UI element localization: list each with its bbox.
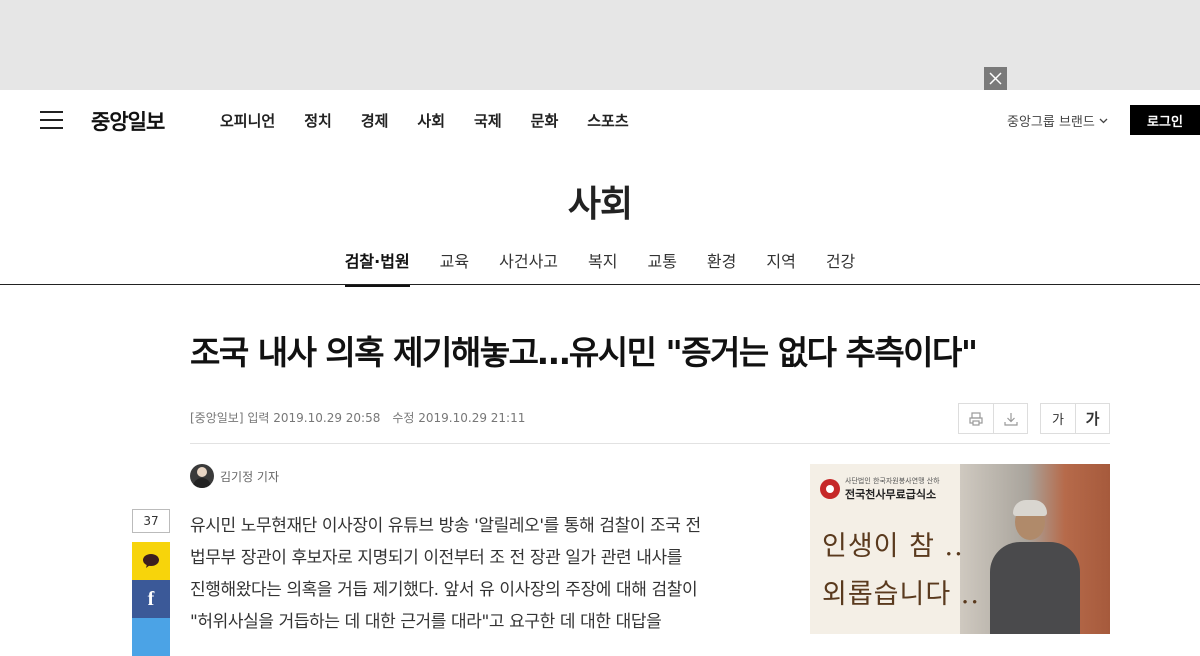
ad-org-logo: 사단법인 한국자원봉사연맹 산하 전국천사무료급식소 [820,476,940,502]
nav-item-opinion[interactable]: 오피니언 [220,110,275,131]
org-emblem-icon [820,479,840,499]
nav-item-economy[interactable]: 경제 [361,110,389,131]
side-ad-banner[interactable]: 사단법인 한국자원봉사연맹 산하 전국천사무료급식소 인생이 참 .. 외롭습니… [810,464,1110,634]
subnav-item-incidents[interactable]: 사건사고 [499,248,558,287]
article-paragraph-line: "허위사실을 거듭하는 데 대한 근거를 대라"고 요구한 데 대한 대답을 [190,612,662,632]
brand-menu-label: 중앙그룹 브랜드 [1007,115,1095,130]
menu-icon[interactable] [40,110,63,130]
comment-count[interactable]: 37 [132,509,170,533]
facebook-icon: f [147,587,155,610]
reporter-byline[interactable]: 김기정 기자 [190,464,279,488]
share-rail: 37 f [132,509,170,656]
nav-item-society[interactable]: 사회 [417,110,445,131]
article-paragraph-line: 유시민 노무현재단 이사장이 유튜브 방송 '알릴레오'를 통해 검찰이 조국 … [190,516,701,536]
kakao-share-button[interactable] [132,542,170,580]
font-size-increase-button[interactable]: 가 [1075,404,1109,433]
section-title: 사회 [567,184,633,225]
subnav-item-health[interactable]: 건강 [826,248,855,287]
download-button[interactable] [993,404,1027,433]
brand-menu[interactable]: 중앙그룹 브랜드 [1007,111,1108,130]
site-header: 중앙일보 오피니언 정치 경제 사회 국제 문화 스포츠 중앙그룹 브랜드 로그… [0,90,1200,150]
reporter-avatar [190,464,214,488]
ad-org-subtitle: 사단법인 한국자원봉사연맹 산하 [845,477,940,485]
download-icon [1003,412,1018,426]
article-paragraph-line: 법무부 장관이 후보자로 지명되기 이전부터 조 전 장관 일가 관련 내사를 [190,548,682,568]
nav-item-sports[interactable]: 스포츠 [587,110,628,131]
subnav-item-welfare[interactable]: 복지 [588,248,617,287]
login-button[interactable]: 로그인 [1130,105,1200,135]
article-paragraph-line: 진행해왔다는 의혹을 거듭 제기했다. 앞서 유 이사장의 주장에 대해 검찰이 [190,580,698,600]
article-headline: 조국 내사 의혹 제기해놓고…유시민 "증거는 없다 추측이다" [190,333,978,372]
subnav-item-traffic[interactable]: 교통 [647,248,676,287]
source-label: [중앙일보] [190,411,244,425]
subnav-item-education[interactable]: 교육 [440,248,469,287]
ad-headline-line1: 인생이 참 .. [822,531,964,562]
main-nav: 오피니언 정치 경제 사회 국제 문화 스포츠 [220,110,658,131]
speech-bubble-icon [143,554,159,568]
subnav-item-environment[interactable]: 환경 [707,248,736,287]
subnav-item-region[interactable]: 지역 [766,248,795,287]
subnav-divider [0,284,1200,285]
site-logo[interactable]: 중앙일보 [91,106,165,136]
article-meta: [중앙일보] 입력 2019.10.29 20:58 수정 2019.10.29… [190,409,525,426]
facebook-share-button[interactable]: f [132,580,170,618]
top-ad-banner [0,0,1200,90]
section-subnav: 검찰·법원 교육 사건사고 복지 교통 환경 지역 건강 [0,248,1200,287]
subnav-item-prosecution-court[interactable]: 검찰·법원 [344,248,410,287]
nav-item-politics[interactable]: 정치 [304,110,332,131]
article-tools: 가 가 [958,403,1110,434]
updated-time: 수정 2019.10.29 21:11 [392,411,526,425]
ad-org-name: 전국천사무료급식소 [845,488,937,501]
nav-item-culture[interactable]: 문화 [531,110,559,131]
close-icon [989,72,1002,85]
meta-divider [190,443,1110,444]
article-source: [중앙일보] 입력 2019.10.29 20:58 [190,409,380,426]
print-button[interactable] [959,404,993,433]
nav-item-world[interactable]: 국제 [474,110,502,131]
article-body: 유시민 노무현재단 이사장이 유튜브 방송 '알릴레오'를 통해 검찰이 조국 … [190,510,750,638]
ad-headline-line2: 외롭습니다 .. [822,579,980,610]
reporter-name: 김기정 기자 [220,469,280,484]
print-icon [969,411,983,426]
published-time: 입력 2019.10.29 20:58 [247,411,381,425]
twitter-share-button[interactable] [132,618,170,656]
close-ad-button[interactable] [984,67,1007,90]
chevron-down-icon [1099,118,1108,123]
font-size-decrease-button[interactable]: 가 [1041,404,1075,433]
